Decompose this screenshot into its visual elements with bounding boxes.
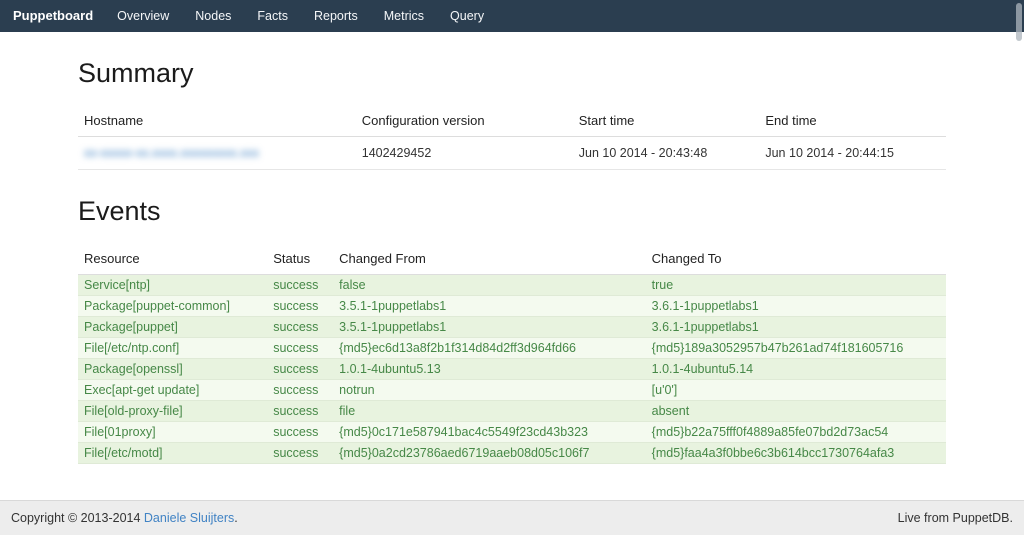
event-changed-from: {md5}0a2cd23786aed6719aaeb08d05c106f7 <box>333 443 645 464</box>
event-changed-from: {md5}0c171e587941bac4c5549f23cd43b323 <box>333 422 645 443</box>
nav-item-nodes[interactable]: Nodes <box>182 0 244 32</box>
event-status: success <box>267 338 333 359</box>
event-resource: File[old-proxy-file] <box>78 401 267 422</box>
event-status: success <box>267 317 333 338</box>
footer: Copyright © 2013-2014 Daniele Sluijters.… <box>0 500 1024 535</box>
event-changed-from: file <box>333 401 645 422</box>
event-status: success <box>267 401 333 422</box>
event-status: success <box>267 380 333 401</box>
event-row: File[01proxy]success{md5}0c171e587941bac… <box>78 422 946 443</box>
event-status: success <box>267 359 333 380</box>
event-changed-to: 1.0.1-4ubuntu5.14 <box>646 359 946 380</box>
nav-items: OverviewNodesFactsReportsMetricsQuery <box>104 0 497 32</box>
end-time-value: Jun 10 2014 - 20:44:15 <box>759 137 946 170</box>
event-row: File[old-proxy-file]successfileabsent <box>78 401 946 422</box>
event-resource: File[01proxy] <box>78 422 267 443</box>
event-changed-to: true <box>646 275 946 296</box>
navbar: Puppetboard OverviewNodesFactsReportsMet… <box>0 0 1024 32</box>
event-row: Package[puppet]success3.5.1-1puppetlabs1… <box>78 317 946 338</box>
event-changed-to: 3.6.1-1puppetlabs1 <box>646 296 946 317</box>
events-col-changed-to: Changed To <box>646 243 946 275</box>
event-changed-to: {md5}189a3052957b47b261ad74f181605716 <box>646 338 946 359</box>
summary-col-start-time: Start time <box>573 105 760 137</box>
summary-col-hostname: Hostname <box>78 105 356 137</box>
event-changed-from: 1.0.1-4ubuntu5.13 <box>333 359 645 380</box>
event-changed-from: notrun <box>333 380 645 401</box>
event-row: Exec[apt-get update]successnotrun[u'0'] <box>78 380 946 401</box>
event-resource: Exec[apt-get update] <box>78 380 267 401</box>
event-status: success <box>267 443 333 464</box>
event-changed-to: {md5}faa4a3f0bbe6c3b614bcc1730764afa3 <box>646 443 946 464</box>
hostname-cell: xx-xxxxx-xx.xxxx.xxxxxxxxx.xxx <box>78 137 356 170</box>
event-changed-to: [u'0'] <box>646 380 946 401</box>
event-changed-from: false <box>333 275 645 296</box>
footer-copyright: Copyright © 2013-2014 Daniele Sluijters. <box>11 511 238 525</box>
nav-item-metrics[interactable]: Metrics <box>371 0 437 32</box>
event-row: Package[openssl]success1.0.1-4ubuntu5.13… <box>78 359 946 380</box>
summary-col-config-version: Configuration version <box>356 105 573 137</box>
event-status: success <box>267 422 333 443</box>
nav-item-query[interactable]: Query <box>437 0 497 32</box>
nav-item-reports[interactable]: Reports <box>301 0 371 32</box>
scrollbar-thumb[interactable] <box>1016 3 1022 41</box>
events-header-row: Resource Status Changed From Changed To <box>78 243 946 275</box>
event-row: File[/etc/ntp.conf]success{md5}ec6d13a8f… <box>78 338 946 359</box>
event-resource: Service[ntp] <box>78 275 267 296</box>
events-col-changed-from: Changed From <box>333 243 645 275</box>
summary-header-row: Hostname Configuration version Start tim… <box>78 105 946 137</box>
start-time-value: Jun 10 2014 - 20:43:48 <box>573 137 760 170</box>
event-row: Package[puppet-common]success3.5.1-1pupp… <box>78 296 946 317</box>
events-table: Resource Status Changed From Changed To … <box>78 243 946 464</box>
event-status: success <box>267 275 333 296</box>
event-resource: File[/etc/motd] <box>78 443 267 464</box>
summary-table: Hostname Configuration version Start tim… <box>78 105 946 170</box>
summary-col-end-time: End time <box>759 105 946 137</box>
summary-heading: Summary <box>78 58 946 89</box>
event-row: Service[ntp]successfalsetrue <box>78 275 946 296</box>
event-status: success <box>267 296 333 317</box>
summary-row: xx-xxxxx-xx.xxxx.xxxxxxxxx.xxx 140242945… <box>78 137 946 170</box>
event-resource: Package[puppet-common] <box>78 296 267 317</box>
hostname-link[interactable]: xx-xxxxx-xx.xxxx.xxxxxxxxx.xxx <box>84 146 259 160</box>
nav-item-facts[interactable]: Facts <box>244 0 301 32</box>
event-row: File[/etc/motd]success{md5}0a2cd23786aed… <box>78 443 946 464</box>
puppetdb-status: Live from PuppetDB. <box>898 511 1013 525</box>
brand-link[interactable]: Puppetboard <box>2 0 104 32</box>
event-changed-to: {md5}b22a75fff0f4889a85fe07bd2d73ac54 <box>646 422 946 443</box>
event-resource: Package[openssl] <box>78 359 267 380</box>
event-resource: Package[puppet] <box>78 317 267 338</box>
events-col-resource: Resource <box>78 243 267 275</box>
config-version-value: 1402429452 <box>356 137 573 170</box>
event-changed-to: absent <box>646 401 946 422</box>
nav-item-overview[interactable]: Overview <box>104 0 182 32</box>
copyright-suffix: . <box>234 511 237 525</box>
events-col-status: Status <box>267 243 333 275</box>
event-changed-from: 3.5.1-1puppetlabs1 <box>333 296 645 317</box>
author-link[interactable]: Daniele Sluijters <box>144 511 234 525</box>
event-changed-from: {md5}ec6d13a8f2b1f314d84d2ff3d964fd66 <box>333 338 645 359</box>
events-heading: Events <box>78 196 946 227</box>
event-changed-from: 3.5.1-1puppetlabs1 <box>333 317 645 338</box>
event-resource: File[/etc/ntp.conf] <box>78 338 267 359</box>
copyright-text: Copyright © 2013-2014 <box>11 511 144 525</box>
event-changed-to: 3.6.1-1puppetlabs1 <box>646 317 946 338</box>
main-content: Summary Hostname Configuration version S… <box>78 32 946 464</box>
